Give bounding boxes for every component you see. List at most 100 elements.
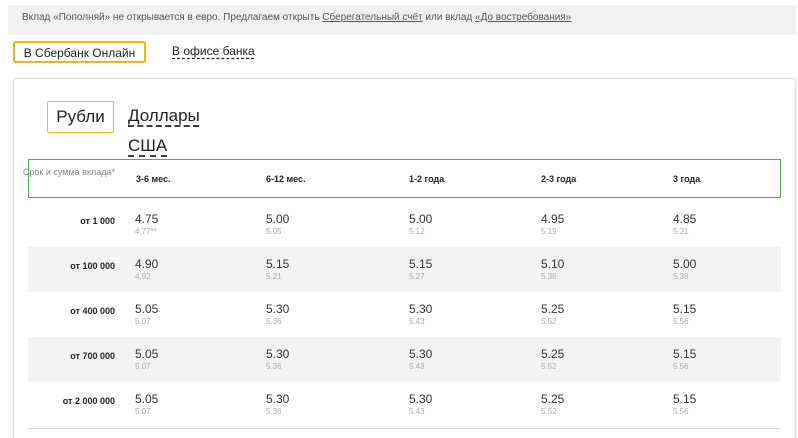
effective-rate: 5.36 xyxy=(266,317,282,326)
rate-value: 5.30 xyxy=(409,347,433,361)
rate-value: 5.15 xyxy=(673,302,697,316)
rate-value: 5.05 xyxy=(135,347,159,361)
savings-account-link[interactable]: Сберегательный счёт xyxy=(322,12,422,23)
effective-rate: 5.36 xyxy=(266,362,282,371)
rate-value: 5.05 xyxy=(135,392,159,406)
rate-cell: 5.30 5.36 xyxy=(266,347,289,372)
effective-rate: 5.52 xyxy=(541,407,557,416)
rate-value: 5.00 xyxy=(266,212,290,226)
term-amount-label: Срок и сумма вклада* xyxy=(22,167,115,177)
rate-cell: 5.30 5.36 xyxy=(266,392,289,417)
rate-value: 5.15 xyxy=(673,392,697,406)
table-row: от 400 000 5.05 5.07 5.30 5.36 5.30 5.43 5.… xyxy=(28,292,781,337)
rate-cell: 5.15 5.27 xyxy=(409,257,432,282)
rates-table-header: Срок и сумма вклада* 3-6 мес. 6-12 мес. … xyxy=(23,159,781,198)
effective-rate: 5.27 xyxy=(409,272,425,281)
effective-rate: 5.43 xyxy=(409,407,425,416)
effective-rate: 5.12 xyxy=(409,227,425,236)
rate-cell: 5.00 5.38 xyxy=(673,257,696,282)
effective-rate: 5.56 xyxy=(673,407,689,416)
on-demand-deposit-link[interactable]: «До востребования» xyxy=(475,12,571,23)
effective-rate: 5.36 xyxy=(266,407,282,416)
effective-rate: 5.38 xyxy=(673,272,689,281)
rate-cell: 5.15 5.56 xyxy=(673,302,696,327)
table-row: от 1 000 4.75 4.77** 5.00 5.05 5.00 5.12 4.… xyxy=(28,202,781,247)
effective-rate: 5.05 xyxy=(266,227,282,236)
table-row: от 700 000 5.05 5.07 5.30 5.36 5.30 5.43 5.… xyxy=(28,337,781,382)
rate-value: 5.00 xyxy=(409,212,433,226)
column-header: 3 года xyxy=(673,174,701,184)
rate-cell: 5.30 5.43 xyxy=(409,392,432,417)
tab-rubles[interactable]: Рубли xyxy=(47,101,114,133)
effective-rate: 5.07 xyxy=(135,317,151,326)
rate-cell: 5.10 5.36 xyxy=(541,257,564,282)
effective-rate: 5.36 xyxy=(541,272,557,281)
rate-cell: 4.95 5.19 xyxy=(541,212,564,237)
rate-value: 4.95 xyxy=(541,212,565,226)
rate-cell: 5.15 5.21 xyxy=(266,257,289,282)
table-divider xyxy=(28,428,781,429)
table-row: от 100 000 4.90 4.92 5.15 5.21 5.15 5.27 5.… xyxy=(28,247,781,292)
column-header: 2-3 года xyxy=(541,174,577,184)
rate-cell: 5.25 5.52 xyxy=(541,302,564,327)
effective-rate: 5.07 xyxy=(135,362,151,371)
effective-rate: 5.56 xyxy=(673,362,689,371)
rate-value: 4.90 xyxy=(135,257,159,271)
rate-value: 5.15 xyxy=(266,257,290,271)
amount-label: от 400 000 xyxy=(70,306,115,316)
effective-rate: 5.43 xyxy=(409,362,425,371)
tab-sberbank-online[interactable]: В Сбербанк Онлайн xyxy=(13,41,146,63)
effective-rate: 5.56 xyxy=(673,317,689,326)
rate-value: 5.10 xyxy=(541,257,565,271)
tab-bank-office[interactable]: В офисе банка xyxy=(172,41,272,63)
rate-cell: 5.05 5.07 xyxy=(135,302,158,327)
rate-value: 4.75 xyxy=(135,212,159,226)
amount-label: от 1 000 xyxy=(80,216,115,226)
column-header: 1-2 года xyxy=(409,174,445,184)
rate-cell: 5.00 5.12 xyxy=(409,212,432,237)
rate-cell: 5.05 5.07 xyxy=(135,347,158,372)
column-header: 6-12 мес. xyxy=(266,174,306,184)
effective-rate: 5.19 xyxy=(541,227,557,236)
effective-rate: 5.43 xyxy=(409,317,425,326)
currency-notice: Вклад «Пополняй» не открывается в евро. … xyxy=(8,5,796,35)
rate-cell: 4.75 4.77** xyxy=(135,212,158,237)
rate-value: 5.25 xyxy=(541,392,565,406)
rate-value: 5.30 xyxy=(409,302,433,316)
rate-value: 4.85 xyxy=(673,212,697,226)
rate-value: 5.25 xyxy=(541,302,565,316)
rate-value: 5.00 xyxy=(673,257,697,271)
rate-cell: 5.00 5.05 xyxy=(266,212,289,237)
rate-cell: 5.05 5.07 xyxy=(135,392,158,417)
effective-rate: 5.07 xyxy=(135,407,151,416)
rate-value: 5.15 xyxy=(409,257,433,271)
amount-label: от 700 000 xyxy=(70,351,115,361)
rate-value: 5.05 xyxy=(135,302,159,316)
effective-rate: 5.52 xyxy=(541,362,557,371)
rate-value: 5.30 xyxy=(266,347,290,361)
column-header: 3-6 мес. xyxy=(136,174,171,184)
rate-cell: 4.85 5.21 xyxy=(673,212,696,237)
rate-value: 5.30 xyxy=(266,392,290,406)
rate-cell: 5.30 5.36 xyxy=(266,302,289,327)
rate-cell: 4.90 4.92 xyxy=(135,257,158,282)
rate-value: 5.30 xyxy=(409,392,433,406)
rate-value: 5.25 xyxy=(541,347,565,361)
rate-value: 5.15 xyxy=(673,347,697,361)
amount-label: от 100 000 xyxy=(70,261,115,271)
rate-cell: 5.25 5.52 xyxy=(541,347,564,372)
effective-rate: 5.52 xyxy=(541,317,557,326)
rate-cell: 5.15 5.56 xyxy=(673,347,696,372)
rate-value: 5.30 xyxy=(266,302,290,316)
notice-text-middle: или вклад xyxy=(422,12,476,23)
rate-cell: 5.25 5.52 xyxy=(541,392,564,417)
notice-text: Вклад «Пополняй» не открывается в евро. … xyxy=(22,12,323,23)
rate-cell: 5.15 5.56 xyxy=(673,392,696,417)
effective-rate: 5.21 xyxy=(266,272,282,281)
rate-cell: 5.30 5.43 xyxy=(409,347,432,372)
table-row: от 2 000 000 5.05 5.07 5.30 5.36 5.30 5.43 … xyxy=(28,382,781,427)
rate-cell: 5.30 5.43 xyxy=(409,302,432,327)
effective-rate: 4.92 xyxy=(135,272,151,281)
tab-usd[interactable]: Доллары США xyxy=(128,101,240,155)
amount-label: от 2 000 000 xyxy=(62,396,115,406)
